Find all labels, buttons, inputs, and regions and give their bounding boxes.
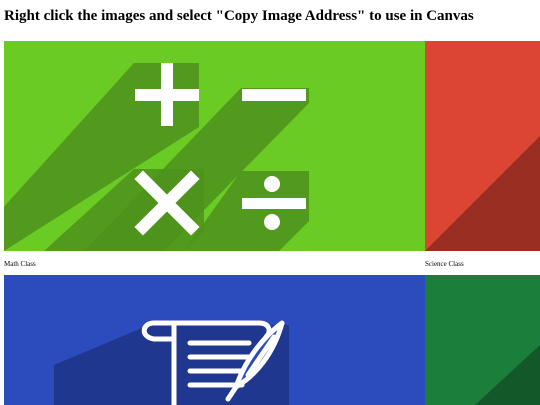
page-heading: Right click the images and select "Copy … — [4, 8, 474, 24]
math-class-caption: Math Class — [4, 260, 36, 268]
science-class-image[interactable] — [425, 41, 540, 251]
fourth-class-image[interactable] — [425, 275, 540, 405]
english-class-image[interactable] — [4, 275, 425, 405]
math-class-image[interactable] — [4, 41, 425, 251]
minus-icon — [242, 89, 306, 101]
science-class-caption: Science Class — [425, 260, 464, 268]
